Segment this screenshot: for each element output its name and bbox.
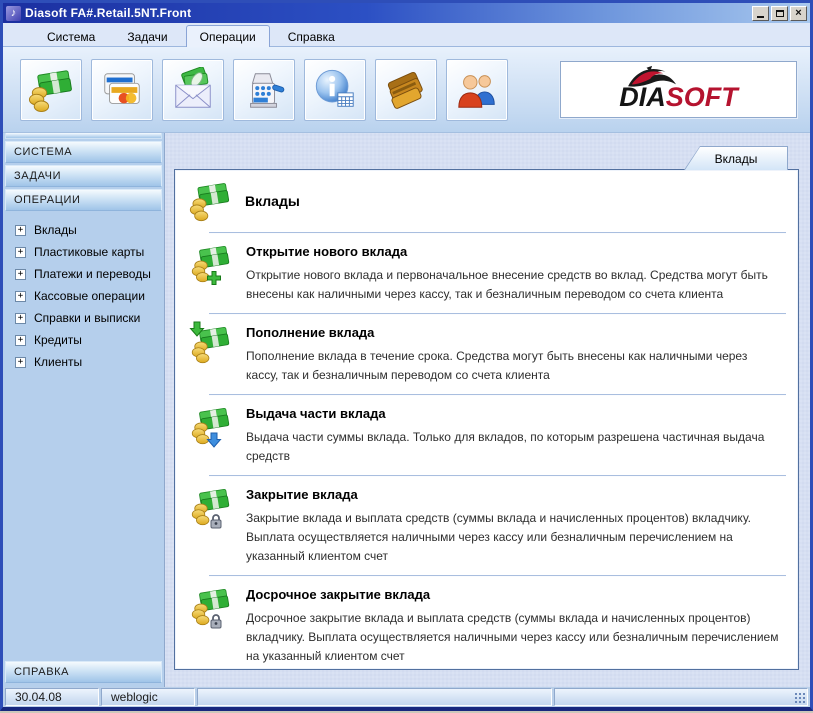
tree-item-label[interactable]: Кассовые операции <box>34 289 145 303</box>
sidebar-item-platezhi[interactable]: + Платежи и переводы <box>15 263 162 285</box>
money-plus-icon <box>191 243 233 285</box>
operation-replenish-deposit[interactable]: Пополнение вклада Пополнение вклада в те… <box>187 315 792 394</box>
expand-plus-icon[interactable]: + <box>15 246 26 258</box>
toolbar-button-cash-operations[interactable] <box>233 58 295 121</box>
sidebar-item-kredity[interactable]: + Кредиты <box>15 329 162 351</box>
toolbar-button-transfers[interactable] <box>162 58 224 121</box>
expand-plus-icon[interactable]: + <box>15 268 26 280</box>
toolbar-button-cards[interactable] <box>91 58 153 121</box>
sidebar-item-spravki[interactable]: + Справки и выписки <box>15 307 162 329</box>
close-button[interactable]: × <box>790 5 807 21</box>
minimize-icon <box>757 15 764 18</box>
sidebar-item-kassovye[interactable]: + Кассовые операции <box>15 285 162 307</box>
minimize-button[interactable] <box>752 5 769 21</box>
status-bar: 30.04.08 weblogic <box>3 687 810 707</box>
money-lock-icon <box>191 486 233 528</box>
status-empty-cell <box>554 688 808 706</box>
menu-bar: Система Задачи Операции Справка <box>3 23 810 47</box>
expand-plus-icon[interactable]: + <box>15 312 26 324</box>
menu-item-sistema[interactable]: Система <box>33 25 109 47</box>
sidebar-item-plastikovye-karty[interactable]: + Пластиковые карты <box>15 241 162 263</box>
money-lock-icon <box>191 586 233 628</box>
operation-description: Досрочное закрытие вклада и выплата сред… <box>246 611 779 663</box>
content-panel: Вклады Открытие нового вклада Открытие н… <box>174 169 799 670</box>
bank-cards-icon <box>99 67 145 113</box>
operation-title[interactable]: Досрочное закрытие вклада <box>246 587 782 602</box>
lock-icon <box>208 613 224 629</box>
app-music-note-icon: ♪ <box>6 5 21 21</box>
sidebar-tree: + Вклады + Пластиковые карты + Платежи и… <box>5 213 162 373</box>
dolphin-icon <box>625 65 681 89</box>
tree-item-label[interactable]: Вклады <box>34 223 77 237</box>
tab-vklady[interactable]: Вклады <box>684 146 788 170</box>
window-title: Diasoft FA#.Retail.5NT.Front <box>25 6 192 20</box>
operation-partial-withdrawal[interactable]: Выдача части вклада Выдача части суммы в… <box>187 396 792 475</box>
menu-item-spravka[interactable]: Справка <box>274 25 349 47</box>
toolbar-button-credits[interactable] <box>375 58 437 121</box>
operation-close-deposit[interactable]: Закрытие вклада Закрытие вклада и выплат… <box>187 477 792 575</box>
main-area: Вклады Вклады Открытие нового вклада Отк… <box>165 133 810 687</box>
sidebar-section-spravka[interactable]: СПРАВКА <box>5 661 162 683</box>
money-arrow-down-blue-icon <box>191 405 233 447</box>
operation-description: Выдача части суммы вклада. Только для вк… <box>246 430 765 463</box>
app-window: ♪ Diasoft FA#.Retail.5NT.Front × Система… <box>0 0 813 711</box>
operation-title[interactable]: Открытие нового вклада <box>246 244 782 259</box>
operation-title[interactable]: Закрытие вклада <box>246 487 782 502</box>
lock-icon <box>208 513 224 529</box>
info-icon <box>312 67 358 113</box>
tab-label[interactable]: Вклады <box>685 147 787 170</box>
toolbar-button-statements[interactable] <box>304 58 366 121</box>
operation-title[interactable]: Пополнение вклада <box>246 325 782 340</box>
operation-description: Открытие нового вклада и первоначальное … <box>246 268 768 301</box>
status-empty-cell <box>197 688 552 706</box>
money-arrow-down-green-icon <box>191 324 233 366</box>
diasoft-logo: DIASOFT <box>560 61 797 118</box>
tree-item-label[interactable]: Пластиковые карты <box>34 245 144 259</box>
envelope-money-icon <box>170 67 216 113</box>
sidebar-section-operacii[interactable]: ОПЕРАЦИИ <box>5 189 162 211</box>
tree-item-label[interactable]: Кредиты <box>34 333 82 347</box>
cash-register-icon <box>241 67 287 113</box>
operation-early-close-deposit[interactable]: Досрочное закрытие вклада Досрочное закр… <box>187 577 792 669</box>
menu-item-zadachi[interactable]: Задачи <box>113 25 181 47</box>
wallet-icon <box>383 67 429 113</box>
operation-title[interactable]: Выдача части вклада <box>246 406 782 421</box>
sidebar-top-bar <box>5 133 162 139</box>
money-icon <box>28 67 74 113</box>
maximize-button[interactable] <box>771 5 788 21</box>
close-icon: × <box>795 6 802 19</box>
operation-open-deposit[interactable]: Открытие нового вклада Открытие нового в… <box>187 234 792 313</box>
operation-description: Пополнение вклада в течение срока. Средс… <box>246 349 748 382</box>
sidebar-section-sistema[interactable]: СИСТЕМА <box>5 141 162 163</box>
toolbar: DIASOFT <box>3 47 810 133</box>
arrow-down-blue-icon <box>206 432 222 448</box>
status-user: weblogic <box>101 688 195 706</box>
expand-plus-icon[interactable]: + <box>15 356 26 368</box>
tree-item-label[interactable]: Справки и выписки <box>34 311 140 325</box>
tree-item-label[interactable]: Платежи и переводы <box>34 267 151 281</box>
arrow-down-green-icon <box>189 321 205 337</box>
operation-description: Закрытие вклада и выплата средств (суммы… <box>246 511 751 563</box>
page-title: Вклады <box>245 193 300 209</box>
expand-plus-icon[interactable]: + <box>15 334 26 346</box>
plus-icon <box>206 270 222 286</box>
sidebar-item-klienty[interactable]: + Клиенты <box>15 351 162 373</box>
status-date: 30.04.08 <box>5 688 99 706</box>
toolbar-button-deposits[interactable] <box>20 58 82 121</box>
sidebar-item-vklady[interactable]: + Вклады <box>15 219 162 241</box>
title-bar[interactable]: ♪ Diasoft FA#.Retail.5NT.Front × <box>3 3 810 23</box>
expand-plus-icon[interactable]: + <box>15 290 26 302</box>
tree-item-label[interactable]: Клиенты <box>34 355 82 369</box>
page-heading: Вклады <box>189 180 792 222</box>
menu-item-operacii[interactable]: Операции <box>185 25 270 47</box>
expand-plus-icon[interactable]: + <box>15 224 26 236</box>
toolbar-button-clients[interactable] <box>446 58 508 121</box>
clients-icon <box>454 67 500 113</box>
sidebar-section-zadachi[interactable]: ЗАДАЧИ <box>5 165 162 187</box>
money-icon <box>189 180 231 222</box>
sidebar: СИСТЕМА ЗАДАЧИ ОПЕРАЦИИ + Вклады + Пласт… <box>3 133 165 687</box>
resize-grip[interactable] <box>794 692 806 704</box>
maximize-icon <box>775 9 784 17</box>
